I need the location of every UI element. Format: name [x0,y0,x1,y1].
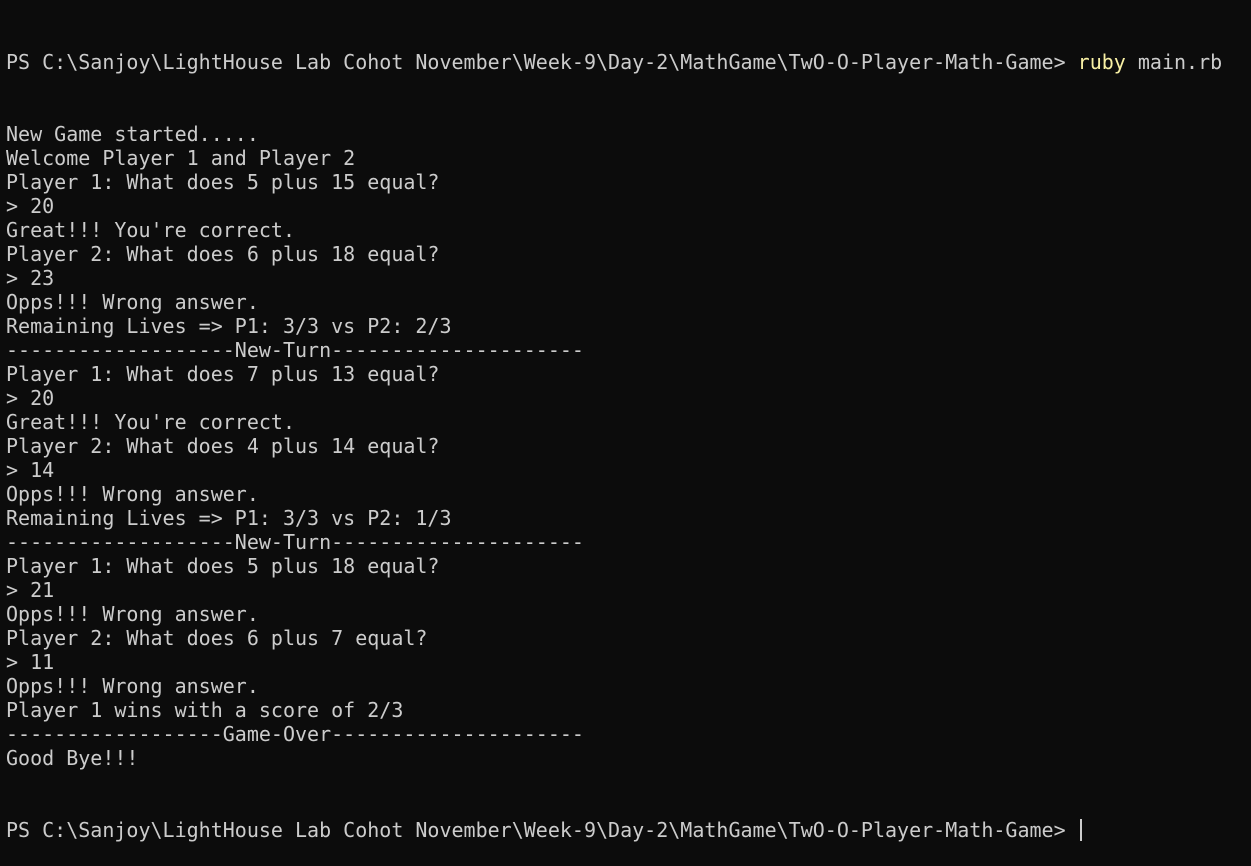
output-line: Player 2: What does 6 plus 7 equal? [6,626,428,650]
output-line: Opps!!! Wrong answer. [6,290,259,314]
output-line: > 14 [6,458,55,482]
output-line: > 11 [6,650,55,674]
output-line: Remaining Lives => P1: 3/3 vs P2: 1/3 [6,506,452,530]
output-line: Opps!!! Wrong answer. [6,602,259,626]
output-line: > 21 [6,578,55,602]
output-line: Player 1: What does 5 plus 15 equal? [6,170,440,194]
output-line: Remaining Lives => P1: 3/3 vs P2: 2/3 [6,314,452,338]
prompt-path: PS C:\Sanjoy\LightHouse Lab Cohot Novemb… [6,50,1078,74]
output-line: Player 1 wins with a score of 2/3 [6,698,404,722]
output-line: Opps!!! Wrong answer. [6,674,259,698]
output-line: Opps!!! Wrong answer. [6,482,259,506]
output-line: > 23 [6,266,55,290]
terminal-output: New Game started..... Welcome Player 1 an… [6,122,1251,770]
output-line: New Game started..... [6,122,259,146]
output-line: Player 1: What does 7 plus 13 equal? [6,362,440,386]
output-line: -------------------New-Turn-------------… [6,338,584,362]
text-cursor [1079,819,1082,841]
output-line: Welcome Player 1 and Player 2 [6,146,356,170]
output-line: Good Bye!!! [6,746,139,770]
terminal-window[interactable]: PS C:\Sanjoy\LightHouse Lab Cohot Novemb… [0,0,1251,842]
command-args: main.rb [1125,50,1223,74]
command-name: ruby [1077,50,1126,74]
output-line: Great!!! You're correct. [6,218,295,242]
output-line: -------------------New-Turn-------------… [6,530,584,554]
output-line: ------------------Game-Over-------------… [6,722,584,746]
output-line: Great!!! You're correct. [6,410,295,434]
output-line: > 20 [6,386,55,410]
final-prompt-line[interactable]: PS C:\Sanjoy\LightHouse Lab Cohot Novemb… [6,818,1251,842]
output-line: Player 2: What does 4 plus 14 equal? [6,434,440,458]
output-line: Player 2: What does 6 plus 18 equal? [6,242,440,266]
command-line: PS C:\Sanjoy\LightHouse Lab Cohot Novemb… [6,50,1251,74]
final-prompt: PS C:\Sanjoy\LightHouse Lab Cohot Novemb… [6,818,1078,842]
output-line: > 20 [6,194,55,218]
output-line: Player 1: What does 5 plus 18 equal? [6,554,440,578]
